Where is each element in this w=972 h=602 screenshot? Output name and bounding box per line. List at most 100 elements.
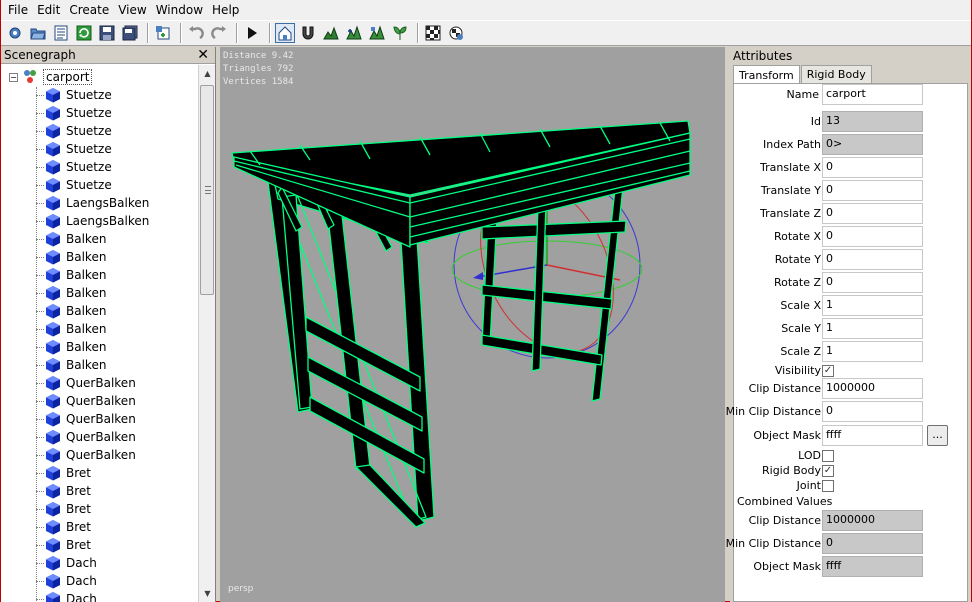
scale-y-field[interactable]: 1 (822, 318, 923, 339)
close-icon[interactable]: ✕ (197, 47, 209, 63)
scenegraph-scrollbar[interactable]: ▲ ▼ (198, 65, 215, 602)
index-path-field: 0> (822, 134, 923, 155)
tree-item[interactable]: Bret (36, 482, 149, 500)
attr-row-rotate-x: Rotate X0 (734, 226, 969, 248)
joint-checkbox[interactable] (822, 480, 834, 492)
terrain-icon[interactable] (321, 23, 341, 43)
tree-item[interactable]: Dach (36, 554, 149, 572)
tree-item[interactable]: Stuetze (36, 86, 149, 104)
cube-node-icon (46, 502, 60, 517)
tree-item[interactable]: Bret (36, 500, 149, 518)
tree-item[interactable]: Stuetze (36, 158, 149, 176)
tree-item-label: Balken (66, 268, 107, 282)
tree-item[interactable]: Balken (36, 230, 149, 248)
checker-icon[interactable] (423, 23, 443, 43)
save-icon[interactable] (97, 23, 117, 43)
cube-node-icon (46, 88, 60, 103)
tab-transform[interactable]: Transform (733, 65, 800, 84)
scroll-down-icon[interactable]: ▼ (199, 585, 216, 602)
tree-item[interactable]: Stuetze (36, 140, 149, 158)
tree-item[interactable]: Balken (36, 266, 149, 284)
tree-item[interactable]: Balken (36, 338, 149, 356)
carport-wireframe[interactable] (220, 47, 725, 602)
tree-item[interactable]: QuerBalken (36, 410, 149, 428)
clip-distance-field[interactable]: 1000000 (822, 378, 923, 399)
menu-create[interactable]: Create (66, 3, 115, 17)
magnet-icon[interactable] (298, 23, 318, 43)
object-mask-browse-button[interactable]: ... (927, 425, 948, 446)
tree-item[interactable]: Balken (36, 284, 149, 302)
tree-branch-line (36, 580, 44, 582)
name-field[interactable]: carport (822, 84, 923, 105)
rotate-z-label: Rotate Z (773, 276, 821, 289)
tree-item[interactable]: Dach (36, 572, 149, 590)
rotate-x-field[interactable]: 0 (822, 226, 923, 247)
undo-icon[interactable] (186, 23, 206, 43)
rotate-y-field[interactable]: 0 (822, 249, 923, 270)
tree-item[interactable]: Bret (36, 536, 149, 554)
translate-y-field[interactable]: 0 (822, 180, 923, 201)
tree-item[interactable]: QuerBalken (36, 392, 149, 410)
terrain-edit-icon[interactable] (367, 23, 387, 43)
menu-view[interactable]: View (115, 3, 152, 17)
cube-node-icon (46, 340, 60, 355)
rotate-y-label: Rotate Y (774, 253, 821, 266)
visibility-checkbox[interactable]: ✓ (822, 365, 834, 377)
scrollbar-thumb[interactable] (200, 85, 214, 295)
toolbar (1, 20, 971, 46)
tree-item[interactable]: Balken (36, 302, 149, 320)
rotate-z-field[interactable]: 0 (822, 272, 923, 293)
min-clip-distance-field[interactable]: 0 (822, 401, 923, 422)
plant-icon[interactable] (390, 23, 410, 43)
open-icon[interactable] (28, 23, 48, 43)
collapse-icon[interactable]: − (9, 72, 18, 82)
object-mask-field[interactable]: ffff (822, 425, 923, 446)
translate-x-field[interactable]: 0 (822, 157, 923, 178)
tree-item[interactable]: Bret (36, 518, 149, 536)
menu-edit[interactable]: Edit (34, 3, 66, 17)
scale-z-field[interactable]: 1 (822, 341, 923, 362)
checker-gear-icon[interactable] (446, 23, 466, 43)
cube-node-icon (46, 484, 60, 499)
tree-item[interactable]: Stuetze (36, 104, 149, 122)
add-node-icon[interactable] (153, 23, 173, 43)
save-all-icon[interactable] (120, 23, 140, 43)
menu-window[interactable]: Window (153, 3, 209, 17)
tree-root-label[interactable]: carport (43, 69, 93, 85)
tree-item[interactable]: QuerBalken (36, 428, 149, 446)
terrain-add-icon[interactable] (344, 23, 364, 43)
tree-item[interactable]: LaengsBalken (36, 194, 149, 212)
tree-item[interactable]: Bret (36, 464, 149, 482)
attributes-title-label: Attributes (733, 48, 793, 63)
menu-file[interactable]: File (5, 3, 34, 17)
menu-help[interactable]: Help (209, 3, 245, 17)
visibility-label: Visibility (774, 364, 821, 377)
home-icon[interactable] (275, 23, 295, 43)
tree-item-label: QuerBalken (66, 448, 136, 462)
tree-root[interactable]: − carport (9, 68, 93, 86)
tree-item[interactable]: QuerBalken (36, 446, 149, 464)
tab-rigid-body[interactable]: Rigid Body (800, 65, 872, 83)
tree-item[interactable]: Stuetze (36, 176, 149, 194)
tree-branch-line (36, 562, 44, 564)
play-icon[interactable] (242, 23, 262, 43)
tree-item[interactable]: Balken (36, 320, 149, 338)
tree-item-label: Balken (66, 250, 107, 264)
menu-bar: File Edit Create View Window Help (1, 0, 971, 20)
tree-item[interactable]: LaengsBalken (36, 212, 149, 230)
gizmo-arrow-z[interactable] (473, 272, 483, 280)
settings-icon[interactable] (5, 23, 25, 43)
tree-item[interactable]: Balken (36, 356, 149, 374)
tree-item[interactable]: Balken (36, 248, 149, 266)
tree-item[interactable]: QuerBalken (36, 374, 149, 392)
translate-z-field[interactable]: 0 (822, 203, 923, 224)
scenegraph-tree[interactable]: − carport Stuetze Stuetze Stuetze Stuetze St… (1, 65, 198, 602)
refresh-icon[interactable] (74, 23, 94, 43)
tree-item[interactable]: Stuetze (36, 122, 149, 140)
redo-icon[interactable] (209, 23, 229, 43)
list-icon[interactable] (51, 23, 71, 43)
scroll-up-icon[interactable]: ▲ (199, 65, 216, 82)
3d-viewport[interactable]: Distance 9.42 Triangles 792 Vertices 158… (220, 47, 725, 602)
scale-x-field[interactable]: 1 (822, 295, 923, 316)
tree-item[interactable]: Dach (36, 590, 149, 602)
